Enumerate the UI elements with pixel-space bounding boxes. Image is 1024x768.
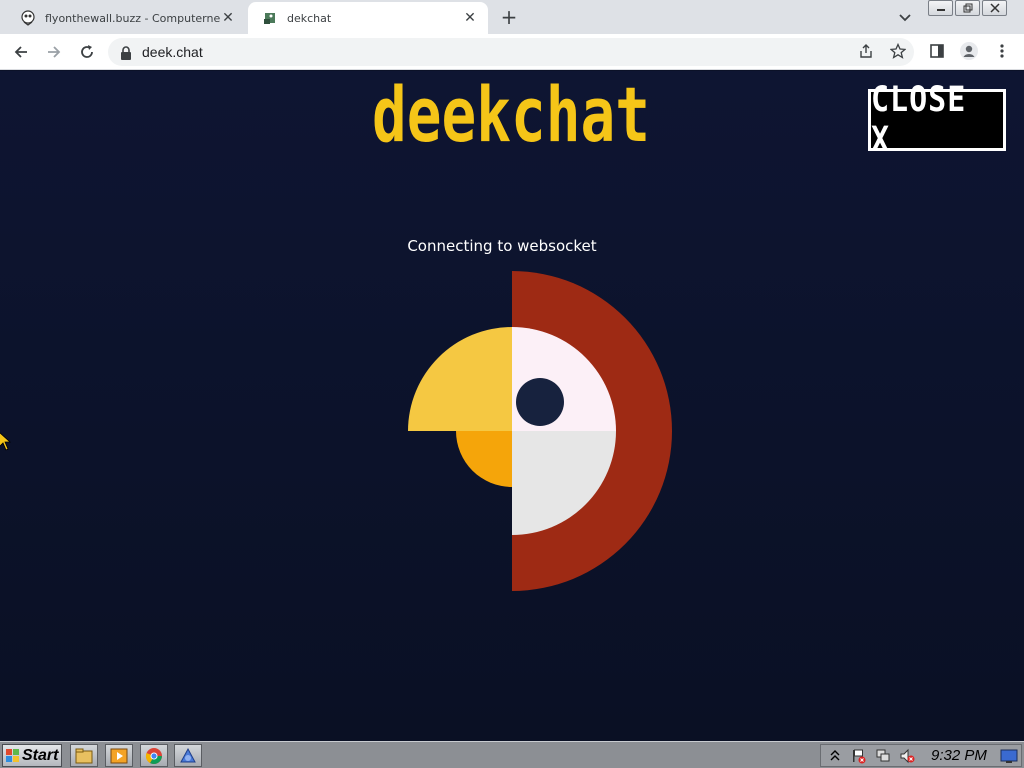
taskbar: Start 9:32 PM — [0, 741, 1024, 768]
network-app-icon[interactable] — [174, 744, 202, 767]
deekchat-logo: deekchat — [372, 73, 650, 153]
side-panel-icon[interactable] — [927, 41, 947, 61]
tab-title: flyonthewall.buzz - Computernewb — [45, 11, 220, 25]
lock-icon[interactable] — [120, 45, 132, 60]
parrot-loading-graphic — [408, 271, 672, 591]
flag-alert-icon[interactable] — [849, 746, 869, 766]
system-tray: 9:32 PM — [820, 744, 1022, 767]
bird-beak-top — [408, 327, 512, 431]
show-desktop-icon[interactable] — [999, 746, 1019, 766]
start-button[interactable]: Start — [2, 744, 62, 767]
window-controls — [926, 0, 1007, 18]
logo-text: deekchat — [372, 73, 650, 153]
restore-icon[interactable] — [955, 0, 980, 16]
media-player-icon[interactable] — [105, 744, 133, 767]
tab-close-icon[interactable]: ✕ — [462, 10, 478, 26]
profile-icon[interactable] — [959, 41, 979, 61]
url-text: deek.chat — [142, 44, 203, 60]
close-button[interactable]: CLOSE X — [868, 80, 1006, 160]
chevron-down-icon[interactable] — [896, 8, 914, 26]
address-bar[interactable]: deek.chat — [108, 38, 914, 66]
minimize-icon[interactable] — [928, 0, 953, 16]
start-label: Start — [22, 746, 59, 764]
chrome-icon[interactable] — [140, 744, 168, 767]
volume-muted-icon[interactable] — [897, 746, 917, 766]
bird-eye — [516, 378, 564, 426]
forward-icon[interactable] — [43, 41, 65, 63]
share-icon[interactable] — [856, 41, 876, 61]
close-window-icon[interactable] — [982, 0, 1007, 16]
bird-beak-bottom — [456, 431, 512, 487]
tray-expand-icon[interactable] — [825, 746, 845, 766]
file-manager-icon[interactable] — [70, 744, 98, 767]
taskbar-clock[interactable]: 9:32 PM — [931, 747, 987, 764]
reload-icon[interactable] — [76, 41, 98, 63]
mouse-cursor-icon — [0, 432, 12, 451]
new-tab-button[interactable]: + — [498, 7, 520, 29]
site-favicon-icon — [20, 10, 36, 26]
close-button-label: CLOSE X — [871, 79, 967, 161]
tab-flyonthewall[interactable]: flyonthewall.buzz - Computernewb ✕ — [6, 2, 246, 34]
page-content: deekchat CLOSE X Connecting to websocket — [0, 71, 1024, 741]
tab-title: dekchat — [287, 11, 332, 25]
menu-icon[interactable] — [992, 41, 1012, 61]
back-icon[interactable] — [10, 41, 32, 63]
tab-dekchat[interactable]: dekchat ✕ — [248, 2, 488, 34]
browser-toolbar: deek.chat — [0, 34, 1024, 70]
star-icon[interactable] — [888, 41, 908, 61]
tab-close-icon[interactable]: ✕ — [220, 10, 236, 26]
tab-strip: flyonthewall.buzz - Computernewb ✕ dekch… — [0, 0, 1024, 34]
windows-flag-icon — [6, 748, 19, 762]
network-status-icon[interactable] — [873, 746, 893, 766]
connection-status: Connecting to websocket — [407, 237, 597, 255]
parrot-favicon-icon — [262, 10, 278, 26]
